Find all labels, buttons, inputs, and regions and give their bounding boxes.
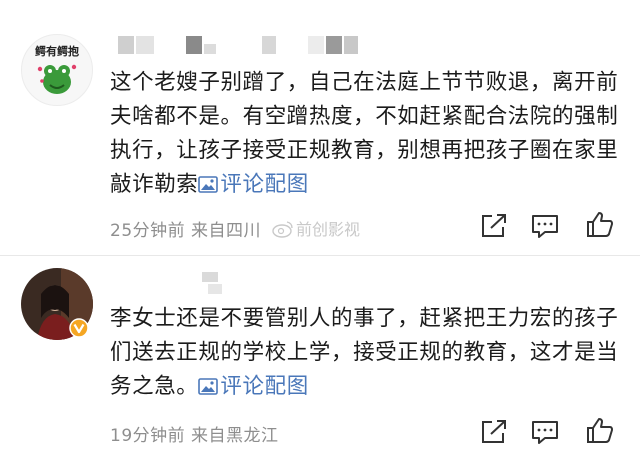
share-icon[interactable] xyxy=(479,212,509,240)
weibo-logo-icon xyxy=(272,221,293,238)
verified-badge-icon xyxy=(69,318,89,338)
avatar-image: 鳄有鳄抱 xyxy=(35,44,79,94)
watermark: 前创影视 xyxy=(272,216,360,240)
like-icon[interactable] xyxy=(585,210,615,238)
comment-meta: 25分钟前 来自四川 xyxy=(110,216,261,241)
comment-icon[interactable] xyxy=(530,212,560,240)
comment-text: 李女士还是不要管别人的事了，赶紧把王力宏的孩子们送去正规的学校上学，接受正规的教… xyxy=(110,302,620,404)
comment-text: 这个老嫂子别蹭了，自己在法庭上节节败退，离开前夫啥都不是。有空蹭热度，不如赶紧配… xyxy=(110,66,620,202)
comment-location: 来自黑龙江 xyxy=(191,426,279,446)
share-icon[interactable] xyxy=(479,418,509,446)
comment-location: 来自四川 xyxy=(191,221,262,241)
username-masked[interactable] xyxy=(112,272,262,294)
comment-picture-link[interactable]: 评论配图 xyxy=(198,172,308,197)
avatar-label: 鳄有鳄抱 xyxy=(35,44,79,58)
comment-body: 这个老嫂子别蹭了，自己在法庭上节节败退，离开前夫啥都不是。有空蹭热度，不如赶紧配… xyxy=(110,70,619,197)
comment-body: 李女士还是不要管别人的事了，赶紧把王力宏的孩子们送去正规的学校上学，接受正规的教… xyxy=(110,306,619,399)
picture-link-label: 评论配图 xyxy=(220,172,309,197)
watermark-text: 前创影视 xyxy=(296,220,361,239)
comment-time: 19分钟前 xyxy=(110,426,186,446)
avatar[interactable]: 鳄有鳄抱 xyxy=(21,34,93,106)
image-icon xyxy=(198,176,219,193)
picture-link-label: 评论配图 xyxy=(220,374,309,399)
username-masked[interactable] xyxy=(112,34,402,56)
comment-meta: 19分钟前 来自黑龙江 xyxy=(110,421,279,446)
comment-time: 25分钟前 xyxy=(110,221,186,241)
image-icon xyxy=(198,378,219,395)
comment-picture-link[interactable]: 评论配图 xyxy=(198,374,308,399)
like-icon[interactable] xyxy=(585,416,615,444)
comment-icon[interactable] xyxy=(530,418,560,446)
comment-item: 鳄有鳄抱 这个老嫂子别蹭了，自己在法庭上节节败退，离开前夫啥都不是。有空蹭热度，… xyxy=(0,0,640,256)
